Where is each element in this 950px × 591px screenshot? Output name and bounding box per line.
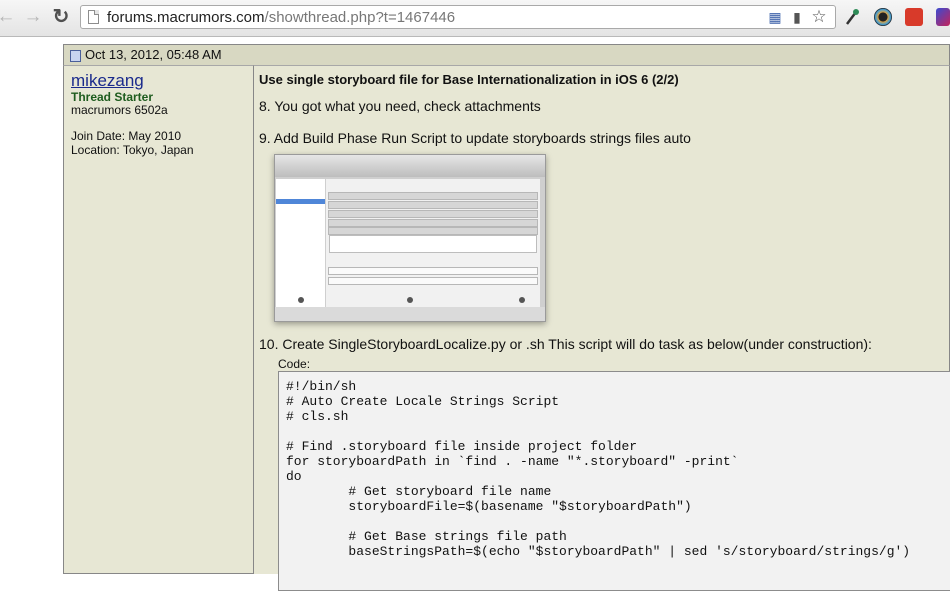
address-bar[interactable]: forums.macrumors.com/showthread.php?t=14… [80, 5, 836, 29]
star-icon[interactable]: ☆ [811, 8, 827, 25]
step-9: 9. Add Build Phase Run Script to update … [259, 130, 691, 146]
red-extension-icon[interactable] [905, 8, 923, 26]
screenshot-statusbar [275, 307, 545, 321]
user-rank: macrumors 6502a [71, 103, 168, 117]
browser-toolbar: ← → ↻ forums.macrumors.com/showthread.ph… [0, 0, 950, 37]
reader-icon[interactable]: ▦ [767, 9, 783, 25]
code-label: Code: [278, 357, 311, 371]
post-title: Use single storyboard file for Base Inte… [259, 72, 679, 87]
back-button[interactable]: ← [0, 7, 16, 27]
url-path: /showthread.php?t=1467446 [264, 9, 456, 26]
reload-button[interactable]: ↻ [51, 7, 71, 27]
step-10: 10. Create SingleStoryboardLocalize.py o… [259, 336, 872, 352]
post-content: Use single storyboard file for Base Inte… [254, 65, 950, 591]
camera-extension-icon[interactable] [874, 8, 892, 26]
extension-icon[interactable] [936, 8, 950, 26]
post-header: Oct 13, 2012, 05:48 AM [63, 44, 950, 65]
post-date: Oct 13, 2012, 05:48 AM [85, 47, 222, 62]
eyedropper-icon[interactable] [845, 8, 859, 26]
page-icon [88, 10, 99, 24]
code-text: #!/bin/sh # Auto Create Locale Strings S… [286, 379, 911, 559]
screenshot-sidebar [276, 179, 325, 307]
forward-button[interactable]: → [23, 7, 43, 27]
post-icon [70, 50, 81, 62]
username-link[interactable]: mikezang [71, 71, 144, 91]
screenshot-main [326, 179, 540, 307]
user-info-panel: mikezang Thread Starter macrumors 6502a … [63, 65, 254, 574]
user-title: Thread Starter [71, 90, 154, 104]
bookmark-page-icon[interactable]: ▮ [789, 9, 805, 25]
attachment-screenshot[interactable] [274, 154, 546, 322]
code-block: #!/bin/sh # Auto Create Locale Strings S… [278, 371, 950, 591]
forum-post: Oct 13, 2012, 05:48 AM mikezang Thread S… [63, 44, 950, 591]
join-date: Join Date: May 2010 [71, 129, 182, 143]
url-text[interactable]: forums.macrumors.com/showthread.php?t=14… [107, 9, 455, 26]
step-8: 8. You got what you need, check attachme… [259, 98, 541, 114]
user-location: Location: Tokyo, Japan [71, 143, 194, 157]
url-domain: forums.macrumors.com [107, 9, 265, 26]
screenshot-toolbar [275, 155, 545, 177]
